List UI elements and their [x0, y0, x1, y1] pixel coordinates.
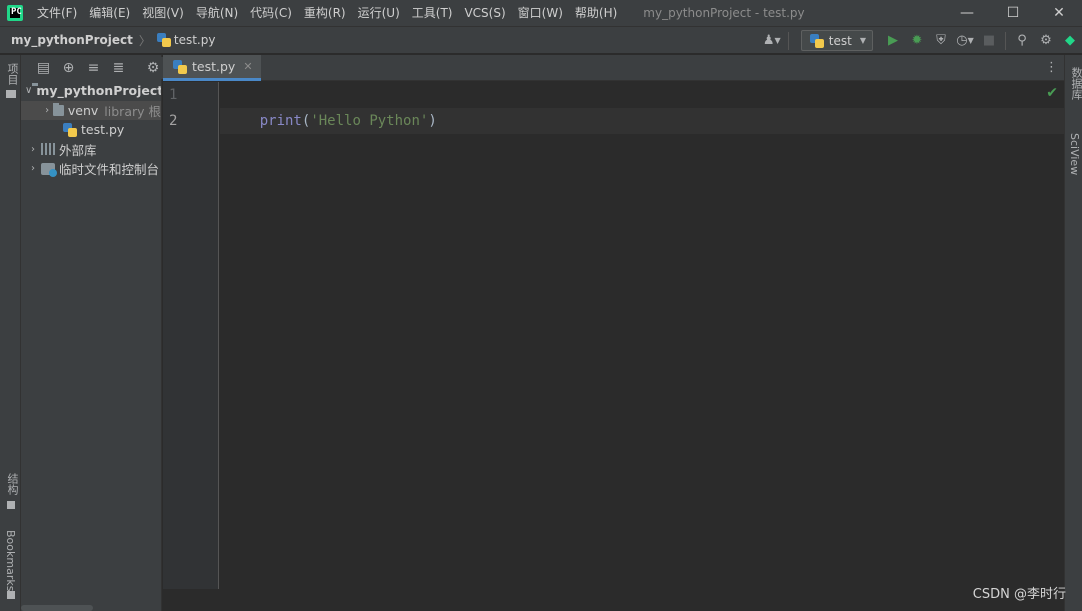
- watermark: CSDN @李时行: [972, 587, 1066, 602]
- string-literal: 'Hello Python': [310, 113, 429, 129]
- right-tool-strip: 数据库 SciView: [1064, 55, 1082, 611]
- menu-help[interactable]: 帮助(H): [569, 0, 623, 26]
- code-line-1[interactable]: print('Hello Python'): [226, 82, 437, 160]
- search-icon[interactable]: ⚲: [1010, 29, 1034, 53]
- tree-item-root[interactable]: ∨ my_pythonProject: [21, 81, 161, 101]
- builtin-function: print: [259, 113, 302, 129]
- expand-all-icon[interactable]: ≡: [81, 56, 106, 80]
- ide-update-icon[interactable]: ◆: [1058, 29, 1082, 53]
- bookmark-icon: [7, 591, 15, 599]
- tree-venv-label: venv: [67, 102, 99, 118]
- pycharm-logo-icon: PC: [7, 5, 23, 21]
- tree-item-external-libraries[interactable]: › 外部库: [21, 140, 161, 160]
- editor-tabs: test.py ✕ ⋮: [163, 55, 1064, 81]
- toolbar-divider: [787, 31, 789, 50]
- settings-gear-icon[interactable]: ⚙: [1034, 29, 1058, 53]
- project-panel-toolbar: ▤ ⊕ ≡ ≣: [21, 55, 161, 81]
- structure-tool-button[interactable]: 结构: [4, 473, 20, 495]
- scratches-icon: [41, 162, 57, 177]
- tree-scratches-label: 临时文件和控制台: [59, 162, 160, 178]
- menu-refactor[interactable]: 重构(R): [298, 0, 352, 26]
- vcs-user-icon[interactable]: ♟ ▼: [760, 29, 784, 53]
- close-window-button[interactable]: ✕: [1036, 0, 1082, 26]
- run-config-label: test: [828, 33, 852, 48]
- collapse-all-icon[interactable]: ≣: [106, 56, 131, 80]
- folder-icon: [53, 102, 64, 116]
- sciview-tool-button[interactable]: SciView: [1068, 133, 1081, 175]
- menu-run[interactable]: 运行(U): [352, 0, 406, 26]
- tree-external-libs-label: 外部库: [59, 142, 97, 158]
- main-toolbar: ♟ ▼ test ▼ ▶ ✹ ⛨ ◷ ▼ ■ ⚲ ⚙ ◆: [760, 27, 1082, 54]
- chevron-down-icon[interactable]: ∨: [25, 85, 32, 96]
- python-file-icon: [156, 33, 171, 47]
- tab-label: test.py: [192, 59, 236, 74]
- navigation-bar: my_pythonProject 〉 test.py ♟ ▼ test ▼ ▶ ✹…: [0, 26, 1082, 54]
- main-menu: 文件(F) 编辑(E) 视图(V) 导航(N) 代码(C) 重构(R) 运行(U…: [31, 0, 623, 26]
- tree-file-label: test.py: [81, 122, 125, 138]
- breadcrumb-project[interactable]: my_pythonProject: [11, 33, 133, 47]
- python-file-icon: [63, 122, 77, 137]
- stop-icon[interactable]: ■: [977, 29, 1001, 53]
- chevron-right-icon[interactable]: ›: [25, 163, 41, 174]
- tree-item-venv[interactable]: › venv library 根: [21, 100, 161, 120]
- tree-venv-note: library 根: [104, 103, 161, 119]
- line-number: 1: [169, 87, 178, 103]
- menu-tools[interactable]: 工具(T): [406, 0, 459, 26]
- chevron-down-icon: ▼: [859, 36, 866, 45]
- tree-root-label: my_pythonProject: [36, 83, 162, 99]
- menu-navigate[interactable]: 导航(N): [190, 0, 244, 26]
- libraries-icon: [41, 143, 55, 156]
- locate-file-icon[interactable]: ⊕: [56, 56, 81, 80]
- inspection-ok-check-icon[interactable]: ✔: [1046, 85, 1058, 101]
- close-tab-icon[interactable]: ✕: [243, 60, 252, 73]
- menu-edit[interactable]: 编辑(E): [83, 0, 136, 26]
- project-view-selector-icon[interactable]: ▤: [31, 56, 56, 80]
- structure-icon: [7, 501, 15, 509]
- window-title: my_pythonProject - test.py: [643, 6, 805, 20]
- maximize-button[interactable]: ☐: [990, 0, 1036, 26]
- left-tool-strip: 项目 结构 Bookmarks: [0, 55, 21, 611]
- window-controls: — ☐ ✕: [944, 0, 1082, 26]
- tab-test-py[interactable]: test.py ✕: [163, 55, 261, 81]
- editor-bottom-area: [163, 589, 1064, 611]
- project-tool-button[interactable]: 项目: [4, 63, 20, 85]
- line-number-gutter: 1 2: [163, 82, 219, 589]
- menu-window[interactable]: 窗口(W): [512, 0, 569, 26]
- project-folder-icon: [6, 90, 16, 98]
- breadcrumb-separator-icon: 〉: [138, 33, 151, 48]
- run-icon[interactable]: ▶: [881, 29, 905, 53]
- close-paren: ): [428, 113, 437, 129]
- python-config-icon: [809, 33, 824, 48]
- menu-code[interactable]: 代码(C): [244, 0, 298, 26]
- debug-icon[interactable]: ✹: [905, 29, 929, 53]
- more-tabs-icon[interactable]: ⋮: [1045, 60, 1058, 75]
- coverage-icon[interactable]: ⛨: [929, 29, 953, 53]
- chevron-right-icon[interactable]: ›: [41, 105, 53, 116]
- menu-vcs[interactable]: VCS(S): [458, 0, 511, 26]
- toolbar-divider: [1005, 31, 1006, 50]
- title-bar: PC 文件(F) 编辑(E) 视图(V) 导航(N) 代码(C) 重构(R) 运…: [0, 0, 1082, 26]
- minimize-button[interactable]: —: [944, 0, 990, 26]
- database-tool-button[interactable]: 数据库: [1068, 67, 1082, 100]
- menu-view[interactable]: 视图(V): [136, 0, 190, 26]
- profile-icon[interactable]: ◷ ▼: [953, 29, 977, 53]
- panel-settings-gear-icon[interactable]: ⚙: [143, 57, 163, 79]
- project-panel: ▤ ⊕ ≡ ≣ ∨ my_pythonProject › venv librar…: [21, 55, 162, 611]
- bookmarks-tool-button[interactable]: Bookmarks: [4, 530, 17, 591]
- breadcrumb-file[interactable]: test.py: [174, 33, 216, 47]
- python-file-icon: [173, 59, 187, 74]
- tree-item-file[interactable]: test.py: [21, 120, 161, 140]
- chevron-right-icon[interactable]: ›: [25, 144, 41, 155]
- tree-item-scratches[interactable]: › 临时文件和控制台: [21, 159, 161, 179]
- run-config-selector[interactable]: test ▼: [800, 30, 873, 51]
- horizontal-scrollbar[interactable]: [21, 605, 93, 611]
- code-editor[interactable]: print('Hello Python') ✔: [220, 82, 1064, 589]
- menu-file[interactable]: 文件(F): [31, 0, 83, 26]
- line-number-current: 2: [169, 113, 178, 129]
